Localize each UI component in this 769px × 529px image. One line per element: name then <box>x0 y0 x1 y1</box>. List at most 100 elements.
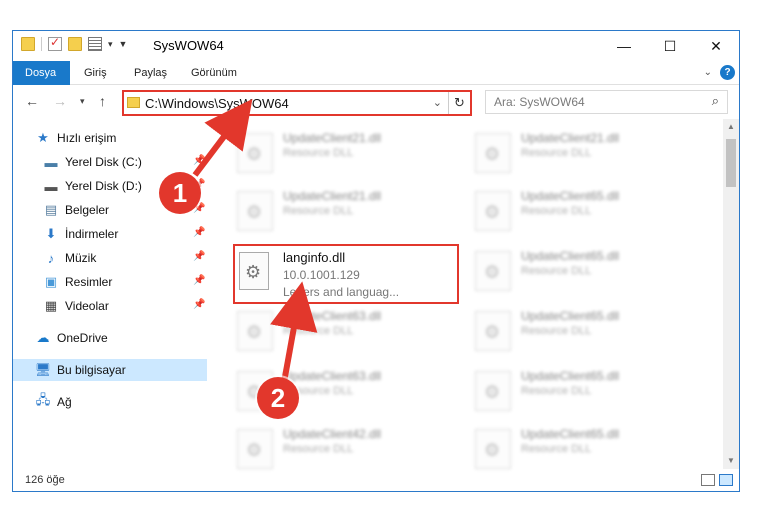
view-toggle <box>701 474 733 486</box>
file-description: Resource DLL <box>521 147 592 159</box>
dll-file-icon <box>475 133 511 173</box>
file-version: 10.0.1001.129 <box>283 268 360 282</box>
highlighted-file-langinfo[interactable]: langinfo.dll 10.0.1001.129 Letters and l… <box>233 244 459 304</box>
tab-file[interactable]: Dosya <box>13 61 70 85</box>
dll-file-icon <box>237 429 273 469</box>
search-placeholder[interactable]: Ara: SysWOW64 <box>494 95 585 109</box>
tiles-view-icon[interactable] <box>719 474 733 486</box>
title-bar: ▾ ▼ SysWOW64 — ☐ ✕ <box>13 31 739 61</box>
list-item[interactable]: UpdateClient42.dll Resource DLL <box>235 425 455 475</box>
expand-ribbon-icon[interactable]: ⌄ <box>704 67 712 78</box>
list-item[interactable]: UpdateClient65.dll Resource DLL <box>473 247 693 297</box>
chevron-down-icon[interactable]: ⌄ <box>433 96 442 109</box>
sidebar-item-network[interactable]: 🖧 Ağ <box>13 391 207 413</box>
folder-icon <box>127 97 140 108</box>
dll-file-icon <box>475 371 511 411</box>
scroll-up-icon[interactable]: ▲ <box>723 119 739 135</box>
properties-check-icon[interactable] <box>48 35 62 51</box>
list-item[interactable]: UpdateClient65.dll Resource DLL <box>473 187 693 237</box>
list-item[interactable]: UpdateClient63.dll Resource DLL <box>235 307 455 357</box>
window-controls: — ☐ ✕ <box>601 31 739 61</box>
tab-share[interactable]: Paylaş <box>134 61 167 85</box>
sidebar-item-quick-access[interactable]: ★ Hızlı erişim <box>35 127 207 149</box>
sidebar-item-downloads[interactable]: ⬇ İndirmeler 📌 <box>13 223 207 245</box>
close-button[interactable]: ✕ <box>693 31 739 61</box>
list-item[interactable]: UpdateClient21.dll Resource DLL <box>473 129 693 179</box>
pin-icon: 📌 <box>193 275 206 286</box>
help-icon[interactable]: ? <box>720 65 735 80</box>
item-count: 126 öğe <box>25 474 65 486</box>
sidebar-item-label: İndirmeler <box>65 227 119 241</box>
dll-file-icon <box>475 251 511 291</box>
file-name: UpdateClient65.dll <box>521 189 620 203</box>
star-icon: ★ <box>37 130 49 145</box>
tab-view[interactable]: Görünüm <box>191 61 237 85</box>
file-name: UpdateClient21.dll <box>283 131 382 145</box>
pin-icon: 📌 <box>193 155 206 166</box>
search-box[interactable]: Ara: SysWOW64 ⌕ <box>485 90 728 114</box>
scroll-down-icon[interactable]: ▼ <box>723 453 739 469</box>
ribbon-tabs: Dosya Giriş Paylaş Görünüm ⌄ ? <box>13 61 739 85</box>
computer-icon: 🖥 <box>34 362 52 377</box>
sidebar-item-pictures[interactable]: ▣ Resimler 📌 <box>13 271 207 293</box>
search-icon[interactable]: ⌕ <box>712 93 719 109</box>
quick-access-toolbar: ▾ ▼ <box>21 35 128 51</box>
network-icon: 🖧 <box>35 392 51 407</box>
refresh-icon[interactable]: ↻ <box>448 92 470 114</box>
drive-icon: ▬ <box>44 178 58 194</box>
customize-toolbar-icon[interactable]: ▼ <box>119 39 128 49</box>
ribbon-right: ⌄ ? <box>704 65 735 80</box>
list-item[interactable]: UpdateClient65.dll Resource DLL <box>473 307 693 357</box>
file-name: langinfo.dll <box>283 250 346 265</box>
chevron-down-icon[interactable]: ▾ <box>108 39 113 50</box>
dll-file-icon <box>237 311 273 351</box>
details-view-icon[interactable] <box>701 474 715 486</box>
sidebar-item-local-disk-c[interactable]: ▬ Yerel Disk (C:) 📌 <box>13 151 207 173</box>
pictures-icon: ▣ <box>44 274 58 289</box>
file-description: Letters and languag... <box>283 285 400 299</box>
forward-arrow-icon[interactable]: → <box>53 93 67 109</box>
address-text[interactable]: C:\Windows\SysWOW64 <box>145 96 289 111</box>
sidebar-item-label: Videolar <box>65 299 109 313</box>
dll-file-icon <box>237 191 273 231</box>
documents-icon: ▤ <box>44 202 58 217</box>
file-name: UpdateClient63.dll <box>283 309 382 323</box>
maximize-button[interactable]: ☐ <box>647 31 693 61</box>
recent-locations-icon[interactable]: ▾ <box>80 96 85 107</box>
download-icon: ⬇ <box>45 226 57 241</box>
minimize-button[interactable]: — <box>601 31 647 61</box>
sidebar-item-label: Belgeler <box>65 203 110 217</box>
list-item[interactable]: UpdateClient21.dll Resource DLL <box>235 129 455 179</box>
list-item[interactable]: UpdateClient65.dll Resource DLL <box>473 425 693 475</box>
file-description: Resource DLL <box>521 443 592 455</box>
address-bar[interactable]: C:\Windows\SysWOW64 ⌄ ↻ <box>122 90 472 116</box>
sidebar-item-label: Yerel Disk (C:) <box>65 155 142 169</box>
file-name: UpdateClient21.dll <box>283 189 382 203</box>
dll-file-icon <box>239 252 269 290</box>
sidebar-item-music[interactable]: ♪ Müzik 📌 <box>13 247 207 269</box>
sidebar-item-videos[interactable]: ▦ Videolar 📌 <box>13 295 207 317</box>
music-icon: ♪ <box>47 250 55 266</box>
list-item[interactable]: UpdateClient65.dll Resource DLL <box>473 367 693 417</box>
sidebar-item-label: Ağ <box>57 395 72 409</box>
pin-icon: 📌 <box>193 299 206 310</box>
vertical-scrollbar[interactable]: ▲ ▼ <box>723 119 739 469</box>
toolbar-separator <box>41 37 42 51</box>
list-item[interactable]: UpdateClient21.dll Resource DLL <box>235 187 455 237</box>
properties-icon[interactable] <box>88 37 102 51</box>
sidebar-item-this-pc[interactable]: 🖥 Bu bilgisayar <box>13 359 207 381</box>
sidebar-item-onedrive[interactable]: ☁ OneDrive <box>13 327 207 349</box>
dll-file-icon <box>475 429 511 469</box>
file-name: UpdateClient65.dll <box>521 309 620 323</box>
back-arrow-icon[interactable]: ← <box>25 93 39 109</box>
new-folder-icon[interactable] <box>68 37 82 51</box>
sidebar-item-label: Bu bilgisayar <box>57 363 126 377</box>
scroll-thumb[interactable] <box>726 139 736 187</box>
tab-home[interactable]: Giriş <box>84 61 107 85</box>
step-1-badge: 1 <box>159 172 201 214</box>
file-description: Resource DLL <box>521 265 592 277</box>
dll-file-icon <box>237 133 273 173</box>
up-arrow-icon[interactable]: ↑ <box>99 93 106 109</box>
file-description: Resource DLL <box>521 385 592 397</box>
dll-file-icon <box>475 191 511 231</box>
